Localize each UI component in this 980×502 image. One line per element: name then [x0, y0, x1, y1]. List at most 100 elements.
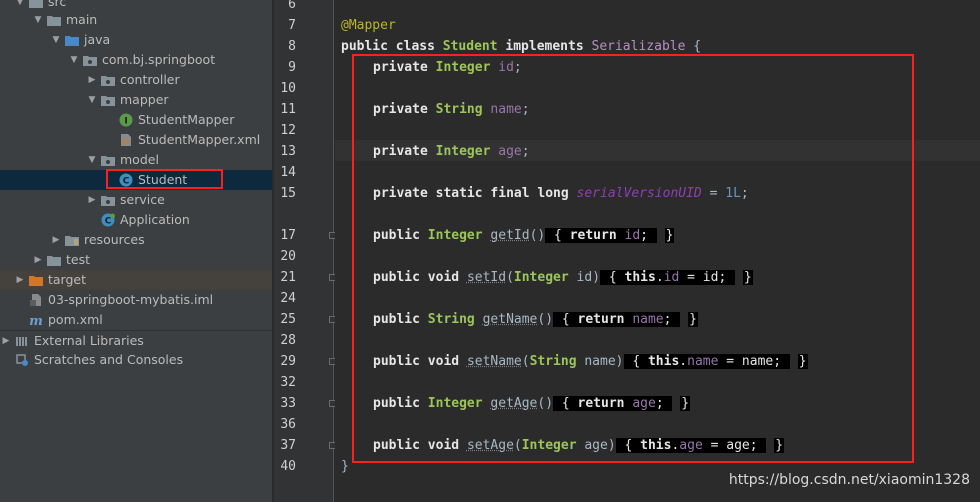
- tree-item-label: java: [84, 32, 111, 47]
- folder-icon: [28, 0, 44, 10]
- tree-item-label: StudentMapper: [138, 112, 235, 127]
- svg-text:C: C: [105, 217, 112, 227]
- resources-folder-icon: [64, 232, 80, 248]
- scratches-icon: [14, 352, 30, 368]
- tree-highlight-box: [106, 169, 223, 189]
- annotation-text: @Mapper: [341, 18, 396, 33]
- tree-item-label: Application: [120, 212, 190, 227]
- keyword-implements: implements: [505, 39, 584, 54]
- line-number: 6: [288, 0, 296, 12]
- tree-item-label: StudentMapper.xml: [138, 132, 261, 147]
- tree-item-label: External Libraries: [34, 333, 144, 348]
- chevron-right-icon[interactable]: ▶: [32, 250, 44, 270]
- class-name: Student: [442, 39, 498, 54]
- line-number: 28: [280, 333, 296, 348]
- tree-item-studentmapper[interactable]: I StudentMapper: [0, 110, 272, 130]
- line-number: 17: [280, 228, 296, 243]
- tree-item-controller[interactable]: ▶ controller: [0, 70, 272, 90]
- folder-icon: [46, 12, 62, 28]
- tree-item-label: main: [66, 12, 98, 27]
- chevron-down-icon[interactable]: ▼: [32, 10, 44, 30]
- watermark-text: https://blog.csdn.net/xiaomin1328: [728, 472, 970, 488]
- tree-item-application[interactable]: C Application: [0, 210, 272, 230]
- chevron-right-icon[interactable]: ▶: [50, 230, 62, 250]
- keyword-class: class: [395, 39, 435, 54]
- code-line-class-close[interactable]: }: [341, 456, 349, 477]
- tree-item-pom-xml[interactable]: m pom.xml: [0, 310, 272, 330]
- chevron-down-icon[interactable]: ▼: [50, 30, 62, 50]
- line-number: 29: [280, 354, 296, 369]
- line-number: 24: [280, 291, 296, 306]
- tree-item-studentmapper-xml[interactable]: StudentMapper.xml: [0, 130, 272, 150]
- code-highlight-box: [352, 54, 914, 463]
- tree-item-label: target: [48, 272, 87, 287]
- line-number: 36: [280, 417, 296, 432]
- chevron-right-icon[interactable]: ▶: [86, 70, 98, 90]
- chevron-down-icon[interactable]: ▼: [68, 50, 80, 70]
- tree-item-label: test: [66, 252, 91, 267]
- package-icon: [100, 192, 116, 208]
- source-folder-icon: [64, 32, 80, 48]
- tree-item-label: Scratches and Consoles: [34, 352, 184, 367]
- close-brace: }: [341, 459, 349, 474]
- tree-item-model[interactable]: ▼ model: [0, 150, 272, 170]
- chevron-right-icon[interactable]: ▶: [0, 331, 12, 351]
- line-number: 40: [280, 459, 296, 474]
- tree-item-label: resources: [84, 232, 145, 247]
- tree-item-label: service: [120, 192, 165, 207]
- chevron-right-icon[interactable]: ▶: [86, 190, 98, 210]
- tree-item-label: controller: [120, 72, 180, 87]
- tree-item-resources[interactable]: ▶ resources: [0, 230, 272, 250]
- tree-item-label: com.bj.springboot: [102, 52, 216, 67]
- tree-item-scratches[interactable]: Scratches and Consoles: [0, 350, 272, 370]
- line-number-gutter: 6 7 8 9 10 11 12 13 14 15 17 20 21 24 25…: [274, 0, 336, 502]
- package-icon: [100, 92, 116, 108]
- line-number: 21: [280, 270, 296, 285]
- tree-item-mapper[interactable]: ▼ mapper: [0, 90, 272, 110]
- iml-file-icon: [28, 292, 44, 308]
- library-icon: [14, 333, 30, 349]
- line-number: 9: [288, 60, 296, 75]
- folder-icon: [46, 252, 62, 268]
- line-number: 33: [280, 396, 296, 411]
- tree-item-iml-file[interactable]: 03-springboot-mybatis.iml: [0, 290, 272, 310]
- interface-name: Serializable: [591, 39, 686, 54]
- tree-item-target[interactable]: ▶ target: [0, 270, 272, 290]
- line-number: 7: [288, 18, 296, 33]
- maven-icon: m: [28, 312, 44, 328]
- tree-item-label: 03-springboot-mybatis.iml: [48, 292, 214, 307]
- line-number: 15: [280, 186, 296, 201]
- package-icon: [82, 52, 98, 68]
- package-icon: [100, 152, 116, 168]
- tree-item-service[interactable]: ▶ service: [0, 190, 272, 210]
- tree-item-main[interactable]: ▼ main: [0, 10, 272, 30]
- line-number: 20: [280, 249, 296, 264]
- tree-item-com-bj-springboot[interactable]: ▼ com.bj.springboot: [0, 50, 272, 70]
- svg-text:I: I: [124, 117, 127, 127]
- tree-item-label: pom.xml: [48, 312, 103, 327]
- line-number: 14: [280, 165, 296, 180]
- package-icon: [100, 72, 116, 88]
- tree-item-java[interactable]: ▼ java: [0, 30, 272, 50]
- tree-item-label: mapper: [120, 92, 169, 107]
- project-tree-panel: ▼ src ▼ main ▼ java ▼ com.bj.springboot …: [0, 0, 272, 502]
- line-number: 13: [280, 144, 296, 159]
- interface-icon: I: [118, 112, 134, 128]
- xml-file-icon: [118, 132, 134, 148]
- line-number: 12: [280, 123, 296, 138]
- line-number: 8: [288, 39, 296, 54]
- line-number: 32: [280, 375, 296, 390]
- line-number: 11: [280, 102, 296, 117]
- open-brace: {: [693, 39, 702, 54]
- spring-boot-class-icon: C: [100, 212, 116, 228]
- chevron-down-icon[interactable]: ▼: [86, 150, 98, 170]
- chevron-right-icon[interactable]: ▶: [14, 270, 26, 290]
- svg-text:m: m: [29, 314, 43, 327]
- tree-item-test[interactable]: ▶ test: [0, 250, 272, 270]
- code-line-annotation[interactable]: @Mapper: [341, 15, 396, 36]
- keyword-public: public: [341, 39, 388, 54]
- chevron-down-icon[interactable]: ▼: [86, 90, 98, 110]
- excluded-folder-icon: [28, 272, 44, 288]
- line-number: 25: [280, 312, 296, 327]
- tree-item-external-libraries[interactable]: ▶ External Libraries: [0, 330, 272, 351]
